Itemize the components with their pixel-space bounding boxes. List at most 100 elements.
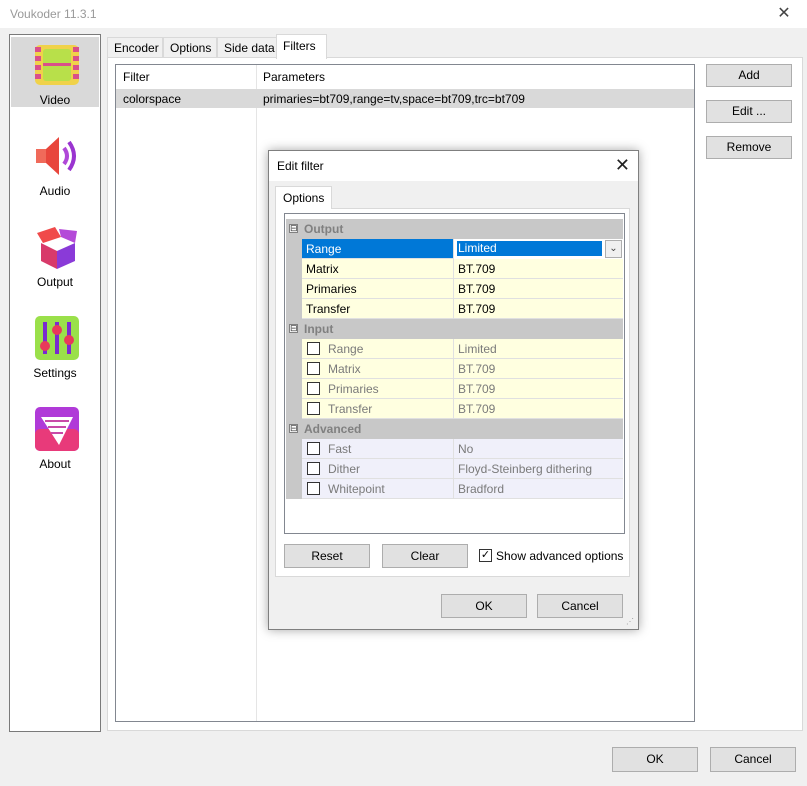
property-value[interactable]: BT.709 bbox=[454, 259, 623, 279]
property-name[interactable]: Matrix bbox=[302, 359, 454, 379]
tab-filters[interactable]: Filters bbox=[276, 34, 327, 59]
property-row-output-matrix[interactable]: Matrix BT.709 bbox=[286, 259, 623, 279]
edit-button[interactable]: Edit ... bbox=[706, 100, 792, 123]
range-dropdown-value[interactable]: Limited bbox=[457, 241, 602, 256]
resize-grip-icon[interactable]: ⋰ bbox=[626, 617, 636, 627]
property-name[interactable]: Dither bbox=[302, 459, 454, 479]
property-name[interactable]: Primaries bbox=[302, 379, 454, 399]
add-button[interactable]: Add bbox=[706, 64, 792, 87]
list-header: Filter Parameters bbox=[116, 65, 694, 89]
tab-options[interactable]: Options bbox=[163, 37, 217, 59]
sidebar-item-settings[interactable]: Settings bbox=[11, 310, 99, 380]
category-output[interactable]: ⊟ Output bbox=[286, 219, 623, 239]
sidebar-item-label: About bbox=[39, 457, 71, 471]
range-dropdown[interactable]: Limited ⌄ bbox=[454, 239, 623, 259]
sidebar-item-label: Audio bbox=[39, 184, 71, 198]
sliders-icon bbox=[35, 316, 79, 360]
property-value[interactable]: Floyd-Steinberg dithering bbox=[454, 459, 623, 479]
property-row-output-transfer[interactable]: Transfer BT.709 bbox=[286, 299, 623, 319]
property-row-output-primaries[interactable]: Primaries BT.709 bbox=[286, 279, 623, 299]
checkbox[interactable] bbox=[307, 382, 320, 395]
clear-button[interactable]: Clear bbox=[382, 544, 468, 568]
category-label: Advanced bbox=[304, 422, 362, 436]
tab-dialog-options[interactable]: Options bbox=[275, 186, 332, 209]
chevron-down-icon[interactable]: ⌄ bbox=[605, 240, 622, 258]
property-value[interactable]: BT.709 bbox=[454, 379, 623, 399]
checkbox[interactable] bbox=[307, 362, 320, 375]
property-value[interactable]: Bradford bbox=[454, 479, 623, 499]
property-value[interactable]: BT.709 bbox=[454, 299, 623, 319]
dialog-cancel-button[interactable]: Cancel bbox=[537, 594, 623, 618]
property-row-input-primaries[interactable]: Primaries BT.709 bbox=[286, 379, 623, 399]
row-gutter bbox=[286, 279, 302, 299]
property-row-input-matrix[interactable]: Matrix BT.709 bbox=[286, 359, 623, 379]
sidebar-item-video[interactable]: Video bbox=[11, 37, 99, 107]
row-gutter bbox=[286, 299, 302, 319]
property-row-input-range[interactable]: Range Limited bbox=[286, 339, 623, 359]
collapse-icon[interactable]: ⊟ bbox=[289, 424, 298, 433]
dialog-ok-button[interactable]: OK bbox=[441, 594, 527, 618]
ok-button[interactable]: OK bbox=[612, 747, 698, 772]
cancel-button[interactable]: Cancel bbox=[710, 747, 796, 772]
dialog-close-button[interactable]: ✕ bbox=[615, 155, 630, 176]
checkbox[interactable] bbox=[307, 342, 320, 355]
collapse-icon[interactable]: ⊟ bbox=[289, 324, 298, 333]
show-advanced-options-checkbox[interactable]: ✓ Show advanced options bbox=[479, 548, 639, 564]
property-name-text: Matrix bbox=[306, 262, 339, 276]
property-name[interactable]: Range bbox=[302, 239, 454, 259]
property-value[interactable]: BT.709 bbox=[454, 279, 623, 299]
property-row-input-transfer[interactable]: Transfer BT.709 bbox=[286, 399, 623, 419]
tab-side-data[interactable]: Side data bbox=[217, 37, 277, 59]
checkbox[interactable] bbox=[307, 482, 320, 495]
show-advanced-options-label: Show advanced options bbox=[496, 549, 624, 563]
property-value[interactable]: BT.709 bbox=[454, 359, 623, 379]
property-row-advanced-whitepoint[interactable]: Whitepoint Bradford bbox=[286, 479, 623, 499]
property-name[interactable]: Matrix bbox=[302, 259, 454, 279]
remove-button[interactable]: Remove bbox=[706, 136, 792, 159]
property-name-text: Range bbox=[306, 242, 342, 256]
sidebar-item-audio[interactable]: Audio bbox=[11, 128, 99, 198]
collapse-icon[interactable]: ⊟ bbox=[289, 224, 298, 233]
sidebar-item-output[interactable]: Output bbox=[11, 219, 99, 289]
property-value-text: BT.709 bbox=[458, 282, 496, 296]
row-gutter bbox=[286, 339, 302, 359]
property-name[interactable]: Range bbox=[302, 339, 454, 359]
property-name-text: Transfer bbox=[306, 302, 351, 316]
property-value[interactable]: Limited bbox=[454, 339, 623, 359]
column-header-filter[interactable]: Filter bbox=[123, 70, 150, 84]
property-value-text: BT.709 bbox=[458, 402, 496, 416]
property-name[interactable]: Whitepoint bbox=[302, 479, 454, 499]
checkmark-icon[interactable]: ✓ bbox=[479, 549, 492, 562]
property-name[interactable]: Primaries bbox=[302, 279, 454, 299]
edit-filter-dialog: Edit filter ✕ Options ⊟ Output Range Lim… bbox=[268, 150, 639, 630]
checkbox[interactable] bbox=[307, 402, 320, 415]
column-header-parameters[interactable]: Parameters bbox=[263, 70, 325, 84]
checkbox[interactable] bbox=[307, 442, 320, 455]
property-value-text: Bradford bbox=[458, 482, 505, 496]
property-name[interactable]: Transfer bbox=[302, 299, 454, 319]
column-divider bbox=[256, 65, 257, 721]
category-advanced[interactable]: ⊟ Advanced bbox=[286, 419, 623, 439]
property-row-advanced-dither[interactable]: Dither Floyd-Steinberg dithering bbox=[286, 459, 623, 479]
property-value[interactable]: Limited ⌄ bbox=[454, 239, 623, 259]
sidebar-item-about[interactable]: About bbox=[11, 401, 99, 471]
property-row-advanced-fast[interactable]: Fast No bbox=[286, 439, 623, 459]
tab-encoder[interactable]: Encoder bbox=[107, 37, 163, 59]
dialog-title: Edit filter bbox=[277, 159, 324, 173]
checkbox[interactable] bbox=[307, 462, 320, 475]
window-close-button[interactable]: ✕ bbox=[761, 0, 807, 28]
property-name-text: Whitepoint bbox=[328, 482, 385, 496]
property-name[interactable]: Transfer bbox=[302, 399, 454, 419]
property-name[interactable]: Fast bbox=[302, 439, 454, 459]
table-row[interactable]: colorspace primaries=bt709,range=tv,spac… bbox=[116, 89, 694, 108]
property-name-text: Fast bbox=[328, 442, 352, 456]
property-grid[interactable]: ⊟ Output Range Limited ⌄ Matrix BT.709 P… bbox=[284, 213, 625, 534]
category-input[interactable]: ⊟ Input bbox=[286, 319, 623, 339]
row-gutter bbox=[286, 359, 302, 379]
property-value[interactable]: No bbox=[454, 439, 623, 459]
reset-button[interactable]: Reset bbox=[284, 544, 370, 568]
filter-parameters-cell: primaries=bt709,range=tv,space=bt709,trc… bbox=[263, 92, 525, 106]
property-row-output-range[interactable]: Range Limited ⌄ bbox=[286, 239, 623, 259]
property-value[interactable]: BT.709 bbox=[454, 399, 623, 419]
property-name-text: Range bbox=[328, 342, 364, 356]
